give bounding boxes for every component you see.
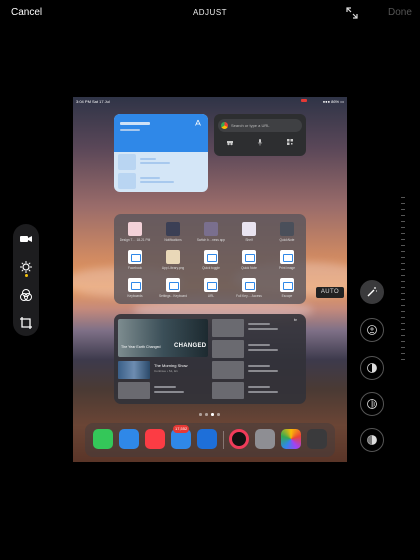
mail-badge: 17,552 [173, 425, 190, 433]
shortcut-tile[interactable]: Print image [270, 250, 304, 274]
auto-enhance-button[interactable] [360, 280, 384, 304]
shortcuts-widget: Design T… 18-21 PM Notifications Switch … [114, 214, 306, 304]
shortcut-tile[interactable]: Escape [270, 278, 304, 302]
files-widget-header [114, 114, 208, 152]
tv-show-thumbnail[interactable] [118, 361, 150, 379]
shortcut-tile[interactable]: QuickNote [270, 222, 304, 246]
files-widget [114, 114, 208, 192]
tv-hero-artwork[interactable]: The Year Earth Changed CHANGED [118, 319, 208, 357]
tv-hero-big-title: CHANGED [174, 343, 207, 349]
exposure-button[interactable] [360, 318, 384, 342]
brilliance-button[interactable] [360, 356, 384, 380]
settings-icon[interactable] [255, 429, 275, 449]
dock: 17,552 [85, 423, 335, 457]
video-icon[interactable] [19, 232, 33, 246]
brilliance-icon [367, 363, 377, 373]
crop-icon[interactable] [19, 316, 33, 330]
chrome-widget: Search or type a URL [214, 114, 306, 156]
shortcut-icon [166, 222, 180, 236]
tv-show-subtitle: Continue • S1, E1 [154, 369, 178, 373]
status-bar: 3:04 PM Sat 17 Jul ●●● 86% ▭ [73, 97, 347, 105]
status-time: 3:04 PM Sat 17 Jul [76, 99, 110, 104]
shadows-button[interactable] [360, 428, 384, 452]
shortcut-tile[interactable]: Facebook [118, 250, 152, 274]
shortcut-tile[interactable]: Design T… 18-21 PM [118, 222, 152, 246]
chrome-logo-icon [221, 122, 228, 129]
adjustment-slider[interactable] [401, 197, 405, 367]
tv-logo: tv [294, 318, 297, 322]
folder-icon [128, 278, 142, 292]
tv-hero-title: The Year Earth Changed [121, 345, 161, 349]
filters-icon[interactable] [19, 288, 33, 302]
active-indicator-dot [25, 274, 28, 277]
microphone-icon[interactable] [256, 138, 264, 146]
qr-scan-icon[interactable] [286, 138, 294, 146]
highlights-icon [367, 399, 377, 409]
sun-dial-icon[interactable] [19, 260, 33, 274]
folder-icon [280, 278, 294, 292]
shortcut-tile[interactable]: Keyboards [118, 278, 152, 302]
files-icon[interactable] [197, 429, 217, 449]
folder-icon [242, 278, 256, 292]
chrome-search-placeholder: Search or type a URL [231, 123, 270, 128]
folder-icon [280, 250, 294, 264]
folder-icon [204, 278, 218, 292]
shortcut-tile[interactable]: Full Key… Access [232, 278, 266, 302]
shortcut-tile[interactable]: Settings - Keyboard [156, 278, 190, 302]
shortcut-icon [242, 222, 256, 236]
messages-icon[interactable] [93, 429, 113, 449]
expand-icon[interactable] [345, 6, 359, 20]
record-icon[interactable] [229, 429, 249, 449]
folder-icon [128, 250, 142, 264]
photo-preview[interactable]: 3:04 PM Sat 17 Jul ●●● 86% ▭ Search or t… [73, 97, 347, 462]
shortcut-tile[interactable]: Notifications [156, 222, 190, 246]
page-dots [199, 413, 229, 417]
magic-wand-icon [367, 287, 377, 297]
app-library-icon[interactable] [307, 429, 327, 449]
edit-mode-toolbar [13, 224, 39, 336]
auto-button[interactable]: AUTO [316, 287, 344, 298]
done-button[interactable]: Done [388, 7, 412, 18]
shadows-icon [367, 435, 377, 445]
top-bar: Cancel ADJUST Done [0, 0, 420, 26]
shortcut-tile[interactable]: Quick Note [232, 250, 266, 274]
folder-icon [166, 278, 180, 292]
shortcut-icon [166, 250, 180, 264]
exposure-icon [367, 325, 377, 335]
shortcut-icon [128, 222, 142, 236]
shortcut-tile[interactable]: App Library.png [156, 250, 190, 274]
shortcut-tile[interactable]: Switch b…ness app [194, 222, 228, 246]
shortcut-icon [280, 222, 294, 236]
highlights-button[interactable] [360, 392, 384, 416]
app-store-icon [195, 119, 201, 126]
photos-icon[interactable] [281, 429, 301, 449]
tv-show-title: The Morning Show [154, 363, 188, 368]
folder-icon [204, 250, 218, 264]
shortcut-tile[interactable]: Shelf [232, 222, 266, 246]
incognito-icon[interactable] [226, 138, 234, 146]
recording-indicator [301, 99, 307, 102]
safari-icon[interactable] [119, 429, 139, 449]
folder-icon [242, 250, 256, 264]
status-right: ●●● 86% ▭ [322, 99, 344, 104]
music-icon[interactable] [145, 429, 165, 449]
shortcut-icon [204, 222, 218, 236]
shortcut-tile[interactable]: URL [194, 278, 228, 302]
tv-widget: The Year Earth Changed CHANGED tv The Mo… [114, 314, 306, 404]
shortcut-tile[interactable]: Quick toggle [194, 250, 228, 274]
